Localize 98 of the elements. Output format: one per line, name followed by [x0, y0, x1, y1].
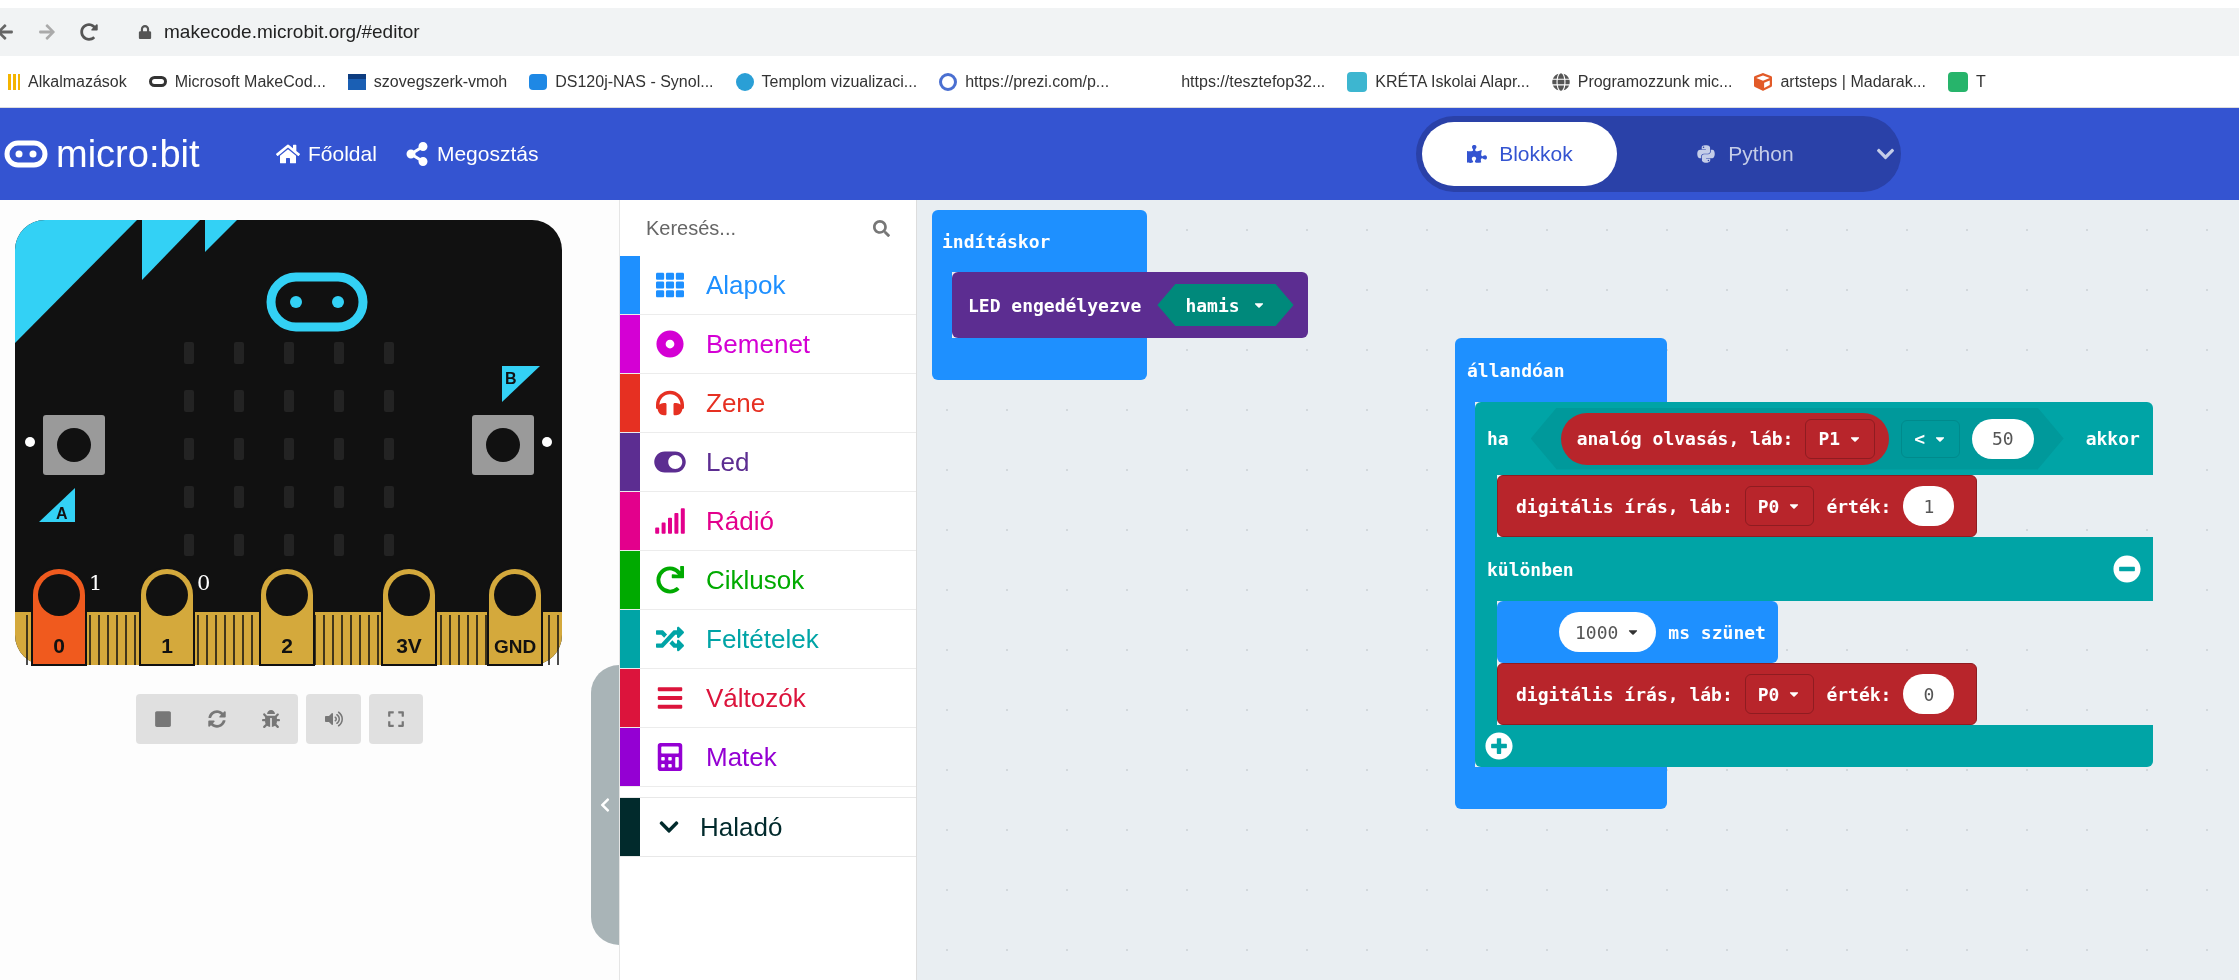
analog-read-block[interactable]: analóg olvasás, láb: P1	[1560, 412, 1890, 465]
bookmark-link[interactable]: szovegszerk-vmoh	[373, 69, 508, 94]
fullscreen-icon	[387, 710, 405, 728]
comparison-block[interactable]: analóg olvasás, láb: P1 < 50	[1530, 407, 2064, 470]
toolbox-category[interactable]: Led	[640, 433, 750, 491]
block-label: digitális írás, láb:	[1516, 682, 1733, 707]
push-button[interactable]	[471, 415, 534, 475]
bookmark-link[interactable]: https://prezi.com/p...	[965, 69, 1110, 94]
signal-bars-icon	[654, 507, 686, 535]
pin-reading: 1	[88, 571, 102, 595]
puzzle-icon	[1467, 144, 1488, 164]
microbit-logo-icon[interactable]	[4, 140, 48, 168]
if-block[interactable]: ha analóg olvasás, láb: P1 < 50 akkor	[1475, 402, 2153, 475]
speaker-icon	[324, 710, 343, 728]
boolean-dropdown[interactable]: hamis	[1157, 284, 1294, 326]
bookmark-link[interactable]: T	[1976, 69, 1986, 94]
block-label: digitális írás, láb:	[1516, 494, 1733, 519]
pin-dropdown[interactable]: P1	[1805, 418, 1876, 459]
pin-label: GND	[493, 636, 536, 657]
restart-icon[interactable]	[208, 710, 226, 728]
pin-label: 0	[52, 634, 65, 657]
table-icon	[347, 73, 366, 90]
bookmark-link[interactable]: DS120j-NAS - Synol...	[555, 69, 714, 94]
block-label: LED engedélyezve	[968, 293, 1142, 318]
digital-write-block[interactable]: digitális írás, láb: P0 érték: 1	[1497, 475, 1978, 537]
toolbox-category[interactable]: Bemenet	[640, 315, 811, 373]
toolbox-category[interactable]: Zene	[640, 374, 766, 432]
bookmark-link[interactable]: Microsoft MakeCod...	[174, 69, 326, 94]
block-label: ms szünet	[1668, 620, 1766, 645]
bookmark-link[interactable]: Programozzunk mic...	[1577, 69, 1733, 94]
button-label: A	[55, 505, 68, 522]
block-label: különben	[1487, 557, 1574, 582]
duration-dropdown[interactable]: 1000	[1559, 612, 1657, 652]
pin-dropdown[interactable]: P0	[1744, 486, 1815, 526]
sound-button[interactable]	[306, 694, 361, 744]
search-input[interactable]: Keresés...	[646, 213, 846, 243]
lock-icon	[138, 25, 152, 39]
push-button[interactable]	[42, 415, 105, 475]
corner-decoration	[141, 220, 200, 280]
pin-hole	[145, 574, 188, 616]
bookmark-link[interactable]: artsteps | Madarak...	[1780, 69, 1926, 94]
search-field[interactable]: Keresés...	[620, 200, 916, 256]
pin-hole	[493, 574, 536, 616]
headphones-icon	[654, 389, 686, 417]
digital-write-block[interactable]: digitális írás, láb: P0 érték: 0	[1497, 663, 1978, 725]
block-label: ha	[1487, 427, 1509, 451]
python-icon	[1696, 144, 1717, 164]
editor-tab[interactable]: Python	[1647, 122, 1843, 186]
bookmark-link[interactable]: Alkalmazások	[28, 69, 127, 94]
pin-label: 1	[160, 634, 173, 657]
pin-reading: 0	[196, 571, 210, 595]
collapse-handle[interactable]	[591, 665, 619, 945]
number-field[interactable]: 0	[1903, 674, 1955, 714]
block-label: érték:	[1826, 682, 1892, 707]
block-label: akkor	[2085, 427, 2140, 451]
search-icon	[873, 219, 890, 237]
logo-text[interactable]: micro:bit	[56, 135, 200, 173]
pause-block[interactable]: 1000 ms szünet	[1497, 601, 1778, 663]
corner-decoration	[204, 220, 237, 252]
pin-hole	[387, 574, 430, 616]
number-field[interactable]: 1	[1903, 486, 1955, 526]
share-link[interactable]: Megosztás	[436, 138, 539, 170]
number-field[interactable]: 50	[1971, 418, 2034, 459]
pin-label: 3V	[395, 634, 422, 657]
pin-dropdown[interactable]: P0	[1744, 674, 1815, 714]
block-label: analóg olvasás, láb:	[1576, 427, 1794, 451]
editor-tab[interactable]: Blokkok	[1422, 122, 1618, 186]
block-label: érték:	[1826, 494, 1892, 519]
pin-label: 2	[280, 634, 293, 657]
bug-icon[interactable]	[262, 710, 280, 728]
label-tab	[501, 366, 540, 402]
share-icon	[404, 142, 429, 166]
circle-logo-icon	[939, 72, 958, 91]
reload-icon[interactable]	[80, 23, 98, 41]
pin-hole	[265, 574, 308, 616]
bookmark-link[interactable]: Templom vizualizaci...	[761, 69, 918, 94]
grid-icon	[654, 271, 686, 299]
advanced-toggle[interactable]: Haladó	[640, 798, 783, 856]
toolbox-category[interactable]: Matek	[640, 728, 777, 786]
target-icon	[654, 330, 686, 358]
shuffle-icon	[654, 625, 686, 653]
button-label: B	[504, 370, 517, 387]
apps-grid-icon	[8, 73, 20, 90]
stop-icon[interactable]	[154, 710, 172, 728]
bookmark-link[interactable]: KRÉTA Iskolai Alapr...	[1375, 69, 1530, 94]
globe-icon	[1551, 72, 1570, 91]
led-enable-block[interactable]: LED engedélyezve hamis	[952, 272, 1308, 338]
home-link[interactable]: Főoldal	[308, 138, 377, 170]
circular-arrow-icon	[654, 566, 686, 594]
toolbox-category[interactable]: Változók	[640, 669, 806, 727]
url-text: makecode.microbit.org/#editor	[164, 19, 420, 44]
home-icon	[276, 142, 300, 166]
back-arrow-icon[interactable]	[0, 23, 14, 41]
bookmark-link[interactable]: https://tesztefop32...	[1181, 69, 1326, 94]
pin-hole	[37, 574, 80, 616]
toolbox-category[interactable]: Rádió	[640, 492, 774, 550]
label-tab	[38, 488, 75, 522]
link-icon	[148, 76, 167, 87]
